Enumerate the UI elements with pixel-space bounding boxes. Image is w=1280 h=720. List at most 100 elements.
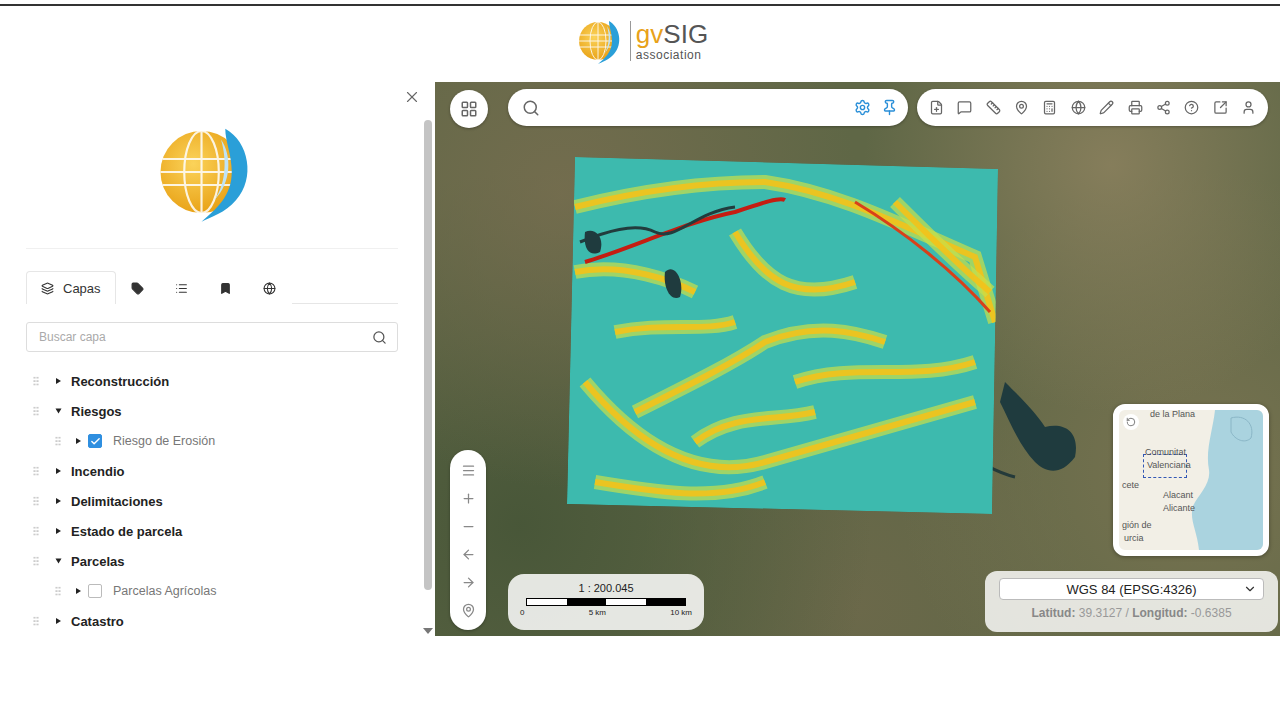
chevron-down-icon	[1243, 582, 1257, 596]
scroll-down-icon[interactable]	[423, 628, 433, 634]
sidebar-tab[interactable]: Capas	[26, 271, 116, 304]
map[interactable]: 1 : 200.04505 km10 km de la PlanaComunita…	[435, 82, 1280, 636]
layer-tree: ReconstrucciónRiesgosRiesgo de ErosiónIn…	[26, 366, 398, 636]
sidebar-tab[interactable]	[116, 271, 160, 304]
user-icon	[1241, 100, 1256, 115]
sidebar-content: Capas ReconstrucciónRiesgosRiesgo de Eros…	[0, 82, 423, 636]
layer-checkbox[interactable]	[88, 584, 102, 598]
tab-bar: Capas	[26, 271, 398, 304]
drag-handle-icon[interactable]	[33, 406, 39, 416]
map-control-button[interactable]	[461, 575, 476, 590]
zoom-in-icon	[461, 491, 476, 506]
tool-button[interactable]	[1184, 100, 1199, 115]
layer-group[interactable]: Parcelas	[26, 546, 398, 576]
map-search-input[interactable]	[550, 99, 844, 116]
header: gvSIGassociation	[0, 4, 1280, 82]
reservoir	[1000, 382, 1076, 471]
caret-icon[interactable]	[76, 588, 81, 594]
add-file-icon	[929, 100, 944, 115]
tool-button[interactable]	[1156, 100, 1171, 115]
drag-handle-icon[interactable]	[33, 526, 39, 536]
scrollbar-thumb[interactable]	[424, 120, 432, 590]
caret-icon[interactable]	[56, 618, 61, 624]
overview-label: Valenciana	[1147, 461, 1191, 470]
calculator-icon	[1042, 100, 1057, 115]
drag-handle-icon[interactable]	[55, 436, 61, 446]
overview-label: Alicante	[1163, 504, 1195, 513]
drag-handle-icon[interactable]	[33, 556, 39, 566]
layer-group[interactable]: Catastro	[26, 606, 398, 636]
caret-icon[interactable]	[56, 409, 62, 414]
back-icon	[461, 547, 476, 562]
tool-button[interactable]	[1099, 100, 1114, 115]
map-control-button[interactable]	[461, 519, 476, 534]
drag-handle-icon[interactable]	[33, 376, 39, 386]
apps-button[interactable]	[450, 90, 488, 128]
sidebar-tab[interactable]	[204, 271, 248, 304]
layer-checkbox[interactable]	[88, 434, 102, 448]
print-icon	[1128, 100, 1143, 115]
caret-icon[interactable]	[56, 498, 61, 504]
map-control-button[interactable]	[461, 463, 476, 478]
list-icon	[175, 282, 188, 295]
layer-search-input[interactable]	[37, 329, 372, 345]
share-icon	[1156, 100, 1171, 115]
overview-map[interactable]: de la PlanaComunitatValencianaceteAlacan…	[1113, 404, 1269, 556]
layer-group[interactable]: Estado de parcela	[26, 516, 398, 546]
tool-button[interactable]	[929, 100, 944, 115]
location-icon	[1014, 100, 1029, 115]
tool-button[interactable]	[1213, 100, 1228, 115]
settings-icon[interactable]	[854, 99, 871, 116]
gvsig-logo: gvSIGassociation	[576, 16, 708, 66]
layer-item[interactable]: Riesgo de Erosión	[26, 426, 398, 456]
map-control-button[interactable]	[461, 547, 476, 562]
caret-icon[interactable]	[76, 438, 81, 444]
caret-icon[interactable]	[56, 528, 61, 534]
layers-icon	[41, 282, 54, 295]
map-control-button[interactable]	[461, 491, 476, 506]
caret-icon[interactable]	[56, 378, 61, 384]
footer	[0, 636, 1280, 720]
layer-item[interactable]: Parcelas Agrícolas	[26, 576, 398, 606]
pin-icon[interactable]	[881, 99, 898, 116]
drag-handle-icon[interactable]	[55, 586, 61, 596]
overview-toggle[interactable]	[1123, 414, 1139, 430]
drag-handle-icon[interactable]	[33, 466, 39, 476]
layer-group[interactable]: Riesgos	[26, 396, 398, 426]
tool-button[interactable]	[1071, 100, 1086, 115]
caret-icon[interactable]	[56, 559, 62, 564]
search-icon	[522, 99, 540, 117]
globe-icon	[263, 282, 276, 295]
grid-icon	[460, 100, 478, 118]
external-link-icon	[1213, 100, 1228, 115]
caret-icon[interactable]	[56, 468, 61, 474]
scale-box: 1 : 200.04505 km10 km	[508, 574, 704, 630]
toolbar	[917, 89, 1268, 126]
check-icon	[90, 436, 101, 447]
edit-icon	[1099, 100, 1114, 115]
tool-button[interactable]	[1014, 100, 1029, 115]
drag-handle-icon[interactable]	[33, 496, 39, 506]
close-button[interactable]	[403, 88, 421, 106]
scrollbar[interactable]	[423, 82, 433, 636]
tool-button[interactable]	[1128, 100, 1143, 115]
sidebar-tab[interactable]	[248, 271, 292, 304]
zoom-out-icon	[461, 519, 476, 534]
comment-icon	[957, 100, 972, 115]
projection-select[interactable]: WGS 84 (EPSG:4326)	[999, 578, 1264, 600]
drag-handle-icon[interactable]	[33, 616, 39, 626]
tool-button[interactable]	[986, 100, 1001, 115]
my-location-icon	[461, 603, 476, 618]
erosion-raster	[567, 157, 998, 514]
map-control-button[interactable]	[461, 603, 476, 618]
tool-button[interactable]	[1241, 100, 1256, 115]
tool-button[interactable]	[1042, 100, 1057, 115]
layer-group[interactable]: Incendio	[26, 456, 398, 486]
layer-group[interactable]: Delimitaciones	[26, 486, 398, 516]
sidebar-tab[interactable]	[160, 271, 204, 304]
tag-icon	[131, 282, 144, 295]
tool-button[interactable]	[957, 100, 972, 115]
overview-label: de la Plana	[1150, 410, 1195, 419]
projection-box: WGS 84 (EPSG:4326)Latitud: 39.3127 / Lon…	[985, 571, 1278, 632]
layer-group[interactable]: Reconstrucción	[26, 366, 398, 396]
